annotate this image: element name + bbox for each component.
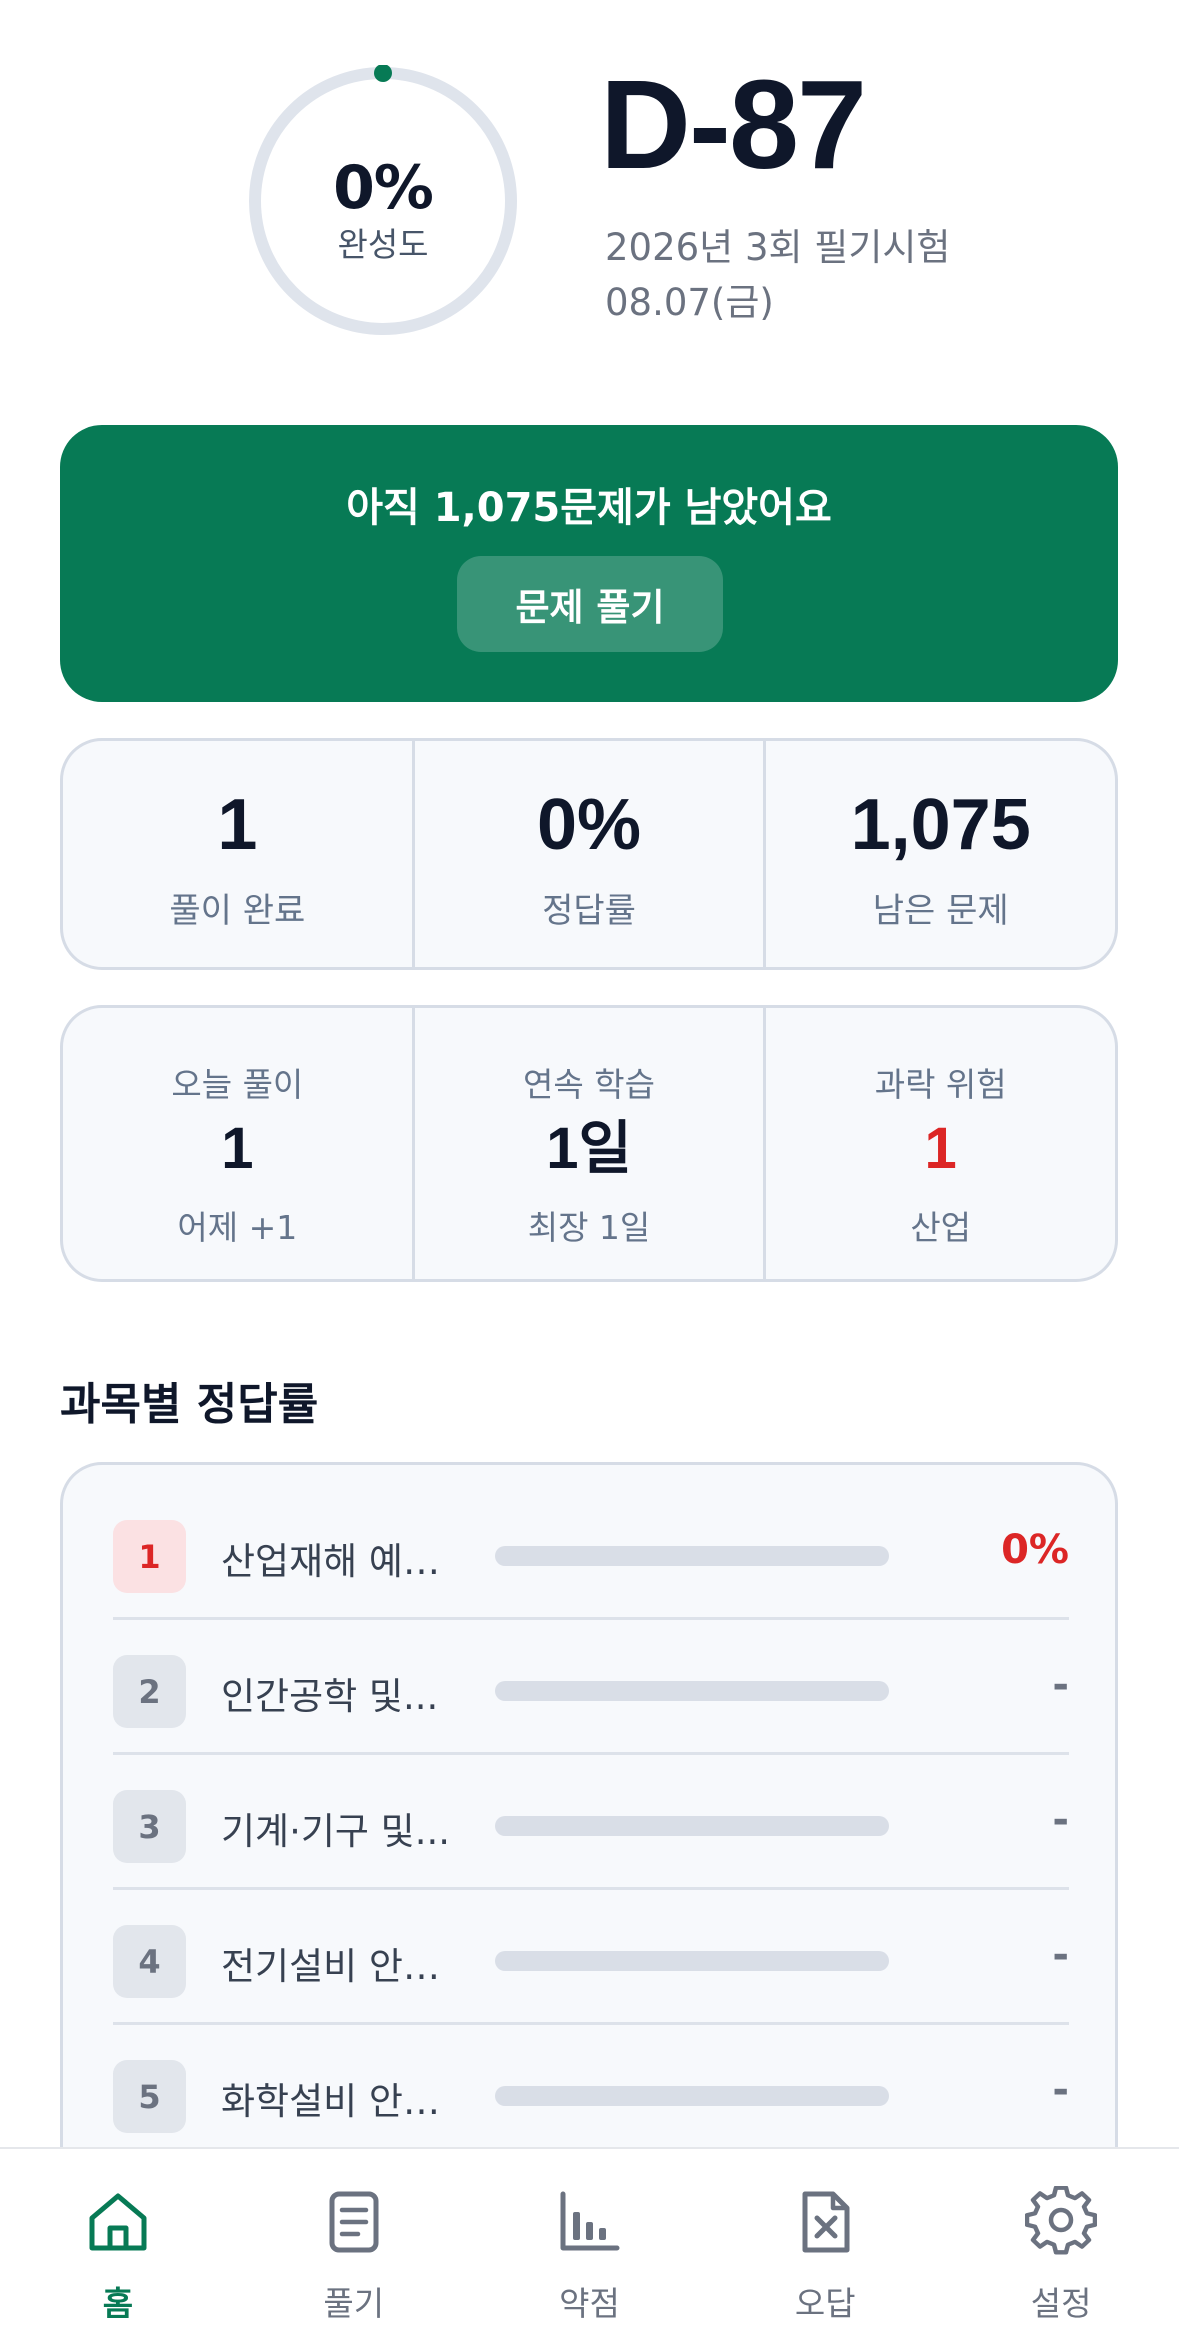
subject-accuracy: 0% [1001,1527,1069,1573]
daily-sub: 최장 1일 [527,1208,651,1247]
daily-value: 1 [221,1116,254,1181]
subject-number: 3 [113,1790,186,1863]
stat-label: 풀이 완료 [169,891,306,931]
document-icon [329,2191,379,2253]
gear-icon [1025,2186,1098,2255]
daily-streak: 연속 학습 1일 최장 1일 [411,1008,764,1279]
nav-settings[interactable]: 설정 [943,2149,1179,2342]
completion-label: 완성도 [337,225,429,264]
daily-sub: 어제 +1 [177,1208,298,1247]
nav-label: 약점 [559,2284,620,2323]
completion-percent: 0% [333,153,434,223]
exam-date: 08.07(금) [605,281,774,324]
subject-row[interactable]: 1 산업재해 예… 0% [113,1485,1069,1620]
subject-name: 인간공학 및... [221,1675,439,1718]
subject-name: 산업재해 예… [221,1540,440,1583]
subject-accuracy: - [1052,1662,1069,1708]
subject-row[interactable]: 4 전기설비 안… - [113,1890,1069,2025]
completion-ring: 0% 완성도 [247,64,519,337]
subject-number: 1 [113,1520,186,1593]
daily-title: 과락 위험 [874,1065,1007,1104]
subject-number: 4 [113,1925,186,1998]
stat-accuracy: 0% 정답률 [411,741,764,967]
d-day-counter: D-87 [600,54,867,195]
progress-ring-marker [374,64,392,82]
subject-name: 전기설비 안… [221,1945,440,1988]
subject-accuracy: - [1052,2067,1069,2113]
stat-label: 정답률 [542,891,636,931]
subject-progress-bar [495,2086,889,2106]
daily-title: 오늘 풀이 [171,1065,304,1104]
nav-label: 풀기 [323,2284,385,2323]
daily-value: 1일 [546,1116,632,1181]
subject-row[interactable]: 5 화학설비 안… - [113,2025,1069,2160]
daily-today: 오늘 풀이 1 어제 +1 [63,1008,412,1279]
subject-accuracy: - [1052,1932,1069,1978]
stat-value: 1,075 [850,785,1031,865]
nav-label: 오답 [794,2284,856,2323]
exam-name: 2026년 3회 필기시험 [605,226,951,269]
stat-remaining: 1,075 남은 문제 [763,741,1115,967]
subject-name: 화학설비 안… [221,2080,440,2123]
subject-progress-bar [495,1951,889,1971]
stat-solved: 1 풀이 완료 [63,741,412,967]
remaining-banner: 아직 1,075문제가 남았어요 문제 풀기 [60,425,1118,702]
daily-fail-risk: 과락 위험 1 산업 [763,1008,1115,1279]
subject-progress-bar [495,1681,889,1701]
nav-weakness[interactable]: 약점 [472,2149,708,2342]
subject-accuracy: - [1052,1797,1069,1843]
stat-label: 남은 문제 [872,891,1009,931]
dashboard-header: 0% 완성도 D-87 2026년 3회 필기시험 08.07(금) [0,0,1179,380]
remaining-message: 아직 1,075문제가 남았어요 [346,485,832,531]
stat-value: 1 [217,785,258,865]
subject-progress-bar [495,1816,889,1836]
daily-sub: 산업 [910,1208,972,1247]
subject-number: 5 [113,2060,186,2133]
stat-value: 0% [536,785,642,865]
nav-wrong-answers[interactable]: 오답 [707,2149,943,2342]
subject-number: 2 [113,1655,186,1728]
nav-solve[interactable]: 풀기 [236,2149,472,2342]
nav-label: 홈 [102,2284,134,2323]
solve-problems-button[interactable]: 문제 풀기 [457,556,723,652]
nav-home[interactable]: 홈 [0,2149,236,2342]
subject-row[interactable]: 2 인간공학 및... - [113,1620,1069,1755]
wrong-answer-file-icon [802,2191,850,2253]
nav-label: 설정 [1030,2284,1092,2323]
subject-row[interactable]: 3 기계·기구 및... - [113,1755,1069,1890]
subject-name: 기계·기구 및... [221,1810,451,1853]
daily-title: 연속 학습 [523,1065,655,1104]
home-icon [89,2193,147,2251]
bottom-navigation: 홈 풀기 약점 오답 설정 [0,2147,1179,2342]
subject-progress-bar [495,1546,889,1566]
daily-value: 1 [924,1116,957,1181]
bar-chart-icon [560,2191,620,2251]
section-title: 과목별 정답률 [60,1379,319,1430]
daily-stats-card: 오늘 풀이 1 어제 +1 연속 학습 1일 최장 1일 과락 위험 1 산업 [60,1005,1118,1282]
summary-stats-card: 1 풀이 완료 0% 정답률 1,075 남은 문제 [60,738,1118,970]
